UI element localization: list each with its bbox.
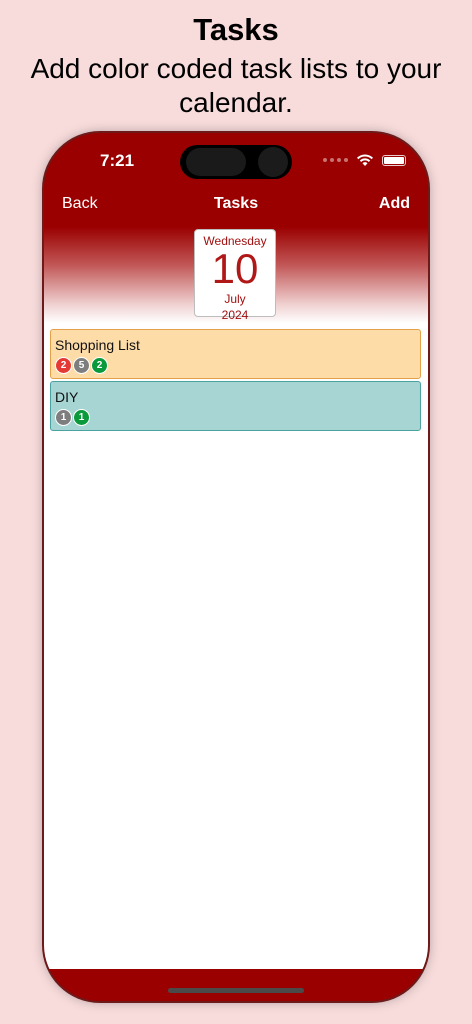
date-card[interactable]: Wednesday 10 July 2024 [194, 229, 276, 322]
task-count-badge: 2 [91, 357, 108, 374]
nav-title: Tasks [213, 195, 259, 212]
task-count-badges: 2 5 2 [55, 357, 416, 374]
date-year: 2024 [221, 308, 249, 322]
front-camera-icon [258, 147, 288, 177]
date-month: July [224, 292, 246, 306]
island-sensor [186, 148, 246, 176]
status-time: 7:21 [100, 151, 135, 170]
promo-subtitle: Add color coded task lists to your calen… [30, 53, 442, 118]
battery-icon [382, 154, 406, 166]
task-count-badges: 1 1 [55, 409, 416, 426]
task-count-badge: 1 [73, 409, 90, 426]
phone-frame: 7:21 Back Tasks Add Wednesday 10 July 20… [44, 133, 428, 1001]
task-list: Shopping List 2 5 2 DIY 1 1 [50, 329, 421, 433]
home-indicator[interactable] [168, 988, 304, 993]
bottom-bar [44, 969, 428, 1001]
dynamic-island [180, 145, 292, 179]
task-count-badge: 2 [55, 357, 72, 374]
back-button[interactable]: Back [62, 195, 98, 213]
task-list-name: DIY [55, 389, 79, 405]
wifi-icon [357, 154, 373, 166]
date-day: 10 [211, 245, 259, 292]
task-count-badge: 1 [55, 409, 72, 426]
task-count-badge: 5 [73, 357, 90, 374]
task-list-item-shopping[interactable]: Shopping List 2 5 2 [50, 329, 421, 379]
task-list-name: Shopping List [55, 337, 140, 353]
task-list-item-diy[interactable]: DIY 1 1 [50, 381, 421, 431]
promo-title: Tasks [193, 12, 279, 47]
cellular-signal-icon [323, 158, 348, 162]
add-button[interactable]: Add [379, 195, 410, 213]
status-icons [323, 153, 406, 167]
